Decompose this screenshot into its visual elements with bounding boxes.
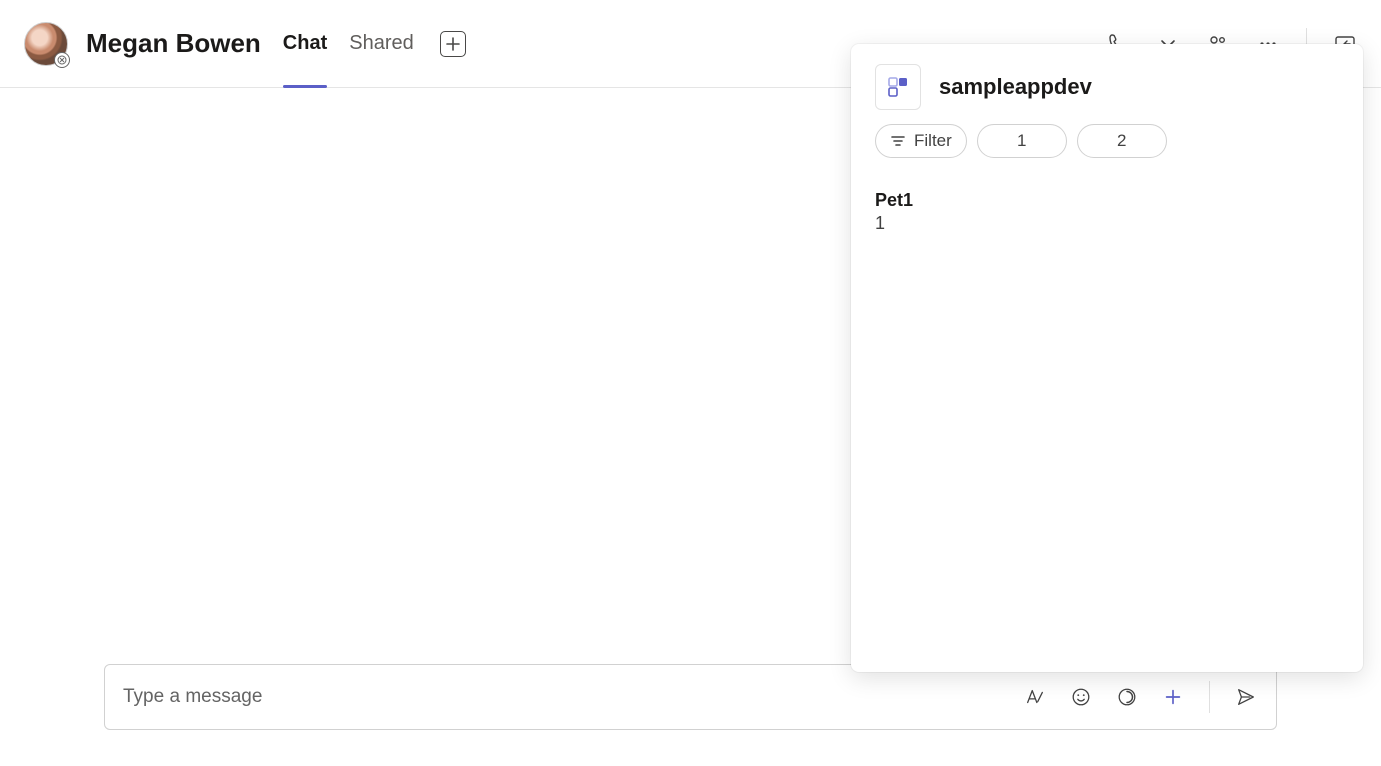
filter-label: Filter (914, 131, 952, 151)
filter-button[interactable]: Filter (875, 124, 967, 158)
app-title: sampleappdev (939, 74, 1092, 100)
app-icon (875, 64, 921, 110)
filter-pill-2[interactable]: 2 (1077, 124, 1167, 158)
plus-icon (445, 36, 461, 52)
plus-icon (1162, 686, 1184, 708)
send-button[interactable] (1234, 685, 1258, 709)
actions-button[interactable] (1161, 685, 1185, 709)
tab-chat[interactable]: Chat (283, 0, 327, 87)
divider (1209, 681, 1210, 713)
results-list: Pet1 1 (875, 190, 1339, 652)
app-tiles-icon (886, 75, 910, 99)
format-text-icon (1024, 686, 1046, 708)
chat-title[interactable]: Megan Bowen (86, 28, 261, 59)
tab-list: Chat Shared (283, 0, 466, 87)
filter-row: Filter 1 2 (875, 124, 1339, 158)
send-icon (1235, 686, 1257, 708)
compose-box (104, 664, 1277, 730)
filter-pill-1[interactable]: 1 (977, 124, 1067, 158)
filter-icon (890, 133, 906, 149)
contact-avatar[interactable] (24, 22, 68, 66)
result-item[interactable]: Pet1 1 (875, 190, 1339, 234)
presence-offline-icon (54, 52, 70, 68)
compose-toolbar (1023, 681, 1258, 713)
loop-button[interactable] (1115, 685, 1139, 709)
result-subtitle: 1 (875, 213, 1339, 234)
emoji-icon (1070, 686, 1092, 708)
emoji-button[interactable] (1069, 685, 1093, 709)
tab-shared[interactable]: Shared (349, 0, 414, 87)
panel-header: sampleappdev (875, 64, 1339, 110)
message-input[interactable] (123, 686, 1023, 708)
result-title: Pet1 (875, 190, 1339, 211)
add-tab-button[interactable] (440, 31, 466, 57)
messaging-extension-panel: sampleappdev Filter 1 2 Pet1 1 (851, 44, 1363, 672)
loop-icon (1116, 686, 1138, 708)
format-button[interactable] (1023, 685, 1047, 709)
